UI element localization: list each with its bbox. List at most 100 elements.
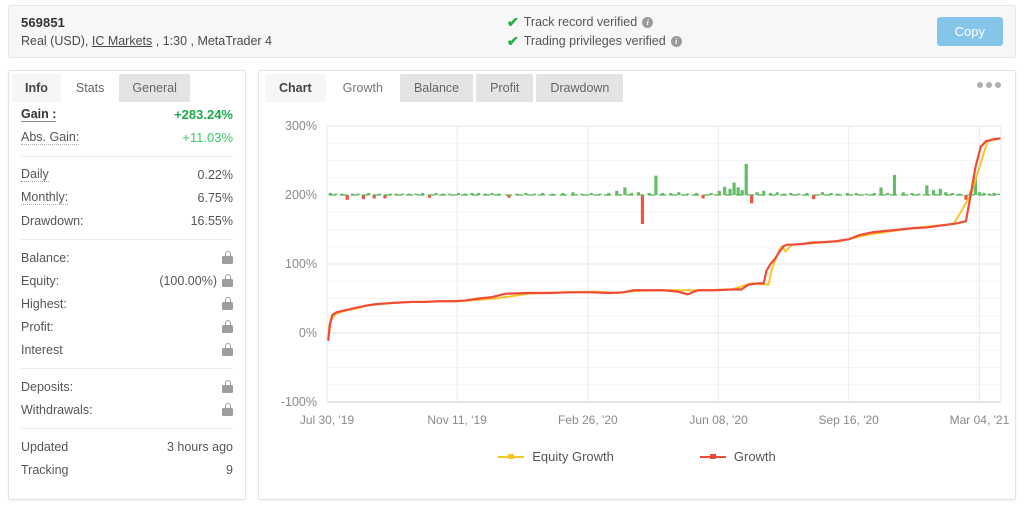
sidebar-tabs: Info Stats General (9, 71, 245, 102)
stats-group-gain: Gain : +283.24% Abs. Gain: +11.03% (9, 103, 245, 149)
divider (21, 156, 233, 157)
legend-item-equity-growth[interactable]: Equity Growth (498, 449, 614, 464)
chart-legend: Equity Growth Growth (259, 449, 1015, 464)
account-identity: 569851 Real (USD), IC Markets , 1:30 , M… (9, 14, 489, 50)
verification-track-record: ✔ Track record verified i (507, 13, 937, 32)
svg-text:Feb 26, '20: Feb 26, '20 (558, 413, 618, 427)
stats-sidebar: Info Stats General Gain : +283.24% Abs. … (8, 70, 246, 500)
stat-value-locked (222, 296, 233, 311)
chart-tabs: Chart Growth Balance Profit Drawdown (259, 71, 1015, 102)
stat-value-locked (222, 319, 233, 334)
info-icon[interactable]: i (670, 35, 682, 47)
svg-text:Jun 08, '20: Jun 08, '20 (689, 413, 748, 427)
stat-value-locked: (100.00%) (159, 273, 233, 288)
header-actions: Copy (936, 17, 1015, 46)
svg-text:Sep 16, '20: Sep 16, '20 (819, 413, 880, 427)
chart-options-menu-icon[interactable] (977, 82, 1001, 88)
lock-icon (222, 296, 233, 310)
verification-label: Trading privileges verified (523, 33, 666, 48)
check-icon: ✔ (506, 14, 520, 30)
stat-value: 3 hours ago (166, 439, 233, 454)
stat-row-profit: Profit: (21, 315, 233, 338)
stat-value: +11.03% (182, 130, 233, 145)
tab-balance[interactable]: Balance (399, 74, 474, 102)
tab-profit[interactable]: Profit (476, 74, 534, 102)
divider (21, 239, 233, 240)
stat-value: 0.22% (197, 167, 233, 182)
divider (21, 368, 233, 369)
stat-value: 9 (226, 462, 233, 477)
legend-label: Growth (733, 449, 776, 464)
stat-value: +283.24% (174, 107, 233, 122)
legend-item-growth[interactable]: Growth (699, 449, 776, 464)
stat-label[interactable]: Monthly: (21, 190, 69, 205)
stat-row-tracking: Tracking 9 (21, 458, 233, 481)
stat-row-drawdown: Drawdown: 16.55% (21, 209, 233, 232)
stat-row-daily: Daily 0.22% (21, 163, 233, 186)
lock-icon (222, 273, 233, 287)
legend-label: Equity Growth (532, 449, 614, 464)
account-header: 569851 Real (USD), IC Markets , 1:30 , M… (8, 5, 1016, 58)
stat-row-withdrawals: Withdrawals: (21, 398, 233, 421)
tab-info[interactable]: Info (12, 74, 61, 102)
stat-label: Balance: (21, 250, 70, 265)
svg-text:300%: 300% (285, 119, 317, 133)
tab-general[interactable]: General (119, 74, 190, 102)
stat-row-abs-gain: Abs. Gain: +11.03% (21, 126, 233, 149)
tab-chart[interactable]: Chart (265, 74, 326, 102)
lock-icon (222, 379, 233, 393)
info-icon[interactable]: i (642, 16, 654, 28)
stat-value-locked (222, 342, 233, 357)
chart-plot-area: 300% 200% 100% 0% -100% Jul 30, '19 Nov 11, '1… (259, 102, 1015, 462)
verification-trading-privileges: ✔ Trading privileges verified i (507, 32, 937, 51)
stat-value-locked (222, 379, 233, 394)
stat-label: Interest (21, 342, 63, 357)
chart-panel: Chart Growth Balance Profit Drawdown 300… (258, 70, 1016, 500)
lock-icon (222, 319, 233, 333)
svg-text:Mar 04, '21: Mar 04, '21 (950, 413, 1010, 427)
stat-value: 16.55% (190, 213, 233, 228)
stat-row-gain: Gain : +283.24% (21, 103, 233, 126)
svg-text:0%: 0% (299, 326, 317, 340)
stat-row-interest: Interest (21, 338, 233, 361)
legend-swatch-growth (699, 452, 726, 462)
tab-stats[interactable]: Stats (62, 74, 118, 102)
account-type-currency: Real (USD), (21, 33, 92, 48)
account-leverage-platform: , 1:30 , MetaTrader 4 (152, 33, 273, 48)
verification-label: Track record verified (523, 14, 638, 29)
svg-text:100%: 100% (285, 257, 317, 271)
stat-label: Tracking (21, 462, 69, 477)
svg-text:Nov 11, '19: Nov 11, '19 (427, 413, 487, 427)
account-number: 569851 (21, 14, 65, 30)
stat-value-locked (222, 250, 233, 265)
stats-group-performance: Daily 0.22% Monthly: 6.75% Drawdown: 16.… (9, 163, 245, 232)
stat-label: Profit: (21, 319, 54, 334)
stats-group-meta: Updated 3 hours ago Tracking 9 (9, 435, 245, 481)
svg-text:Jul 30, '19: Jul 30, '19 (300, 413, 355, 427)
stat-row-highest: Highest: (21, 292, 233, 315)
stat-row-equity: Equity: (100.00%) (21, 269, 233, 292)
stat-value: 6.75% (197, 190, 233, 205)
lock-icon (222, 250, 233, 264)
tab-drawdown[interactable]: Drawdown (536, 74, 624, 102)
verification-badges: ✔ Track record verified i ✔ Trading priv… (489, 13, 937, 51)
stat-label: Updated (21, 439, 69, 454)
stat-label: Withdrawals: (21, 402, 93, 417)
stat-label: Highest: (21, 296, 67, 311)
tab-growth[interactable]: Growth (328, 74, 397, 102)
stats-group-account: Balance: Equity: (100.00%) Highest: Prof… (9, 246, 245, 361)
divider (21, 428, 233, 429)
stat-label[interactable]: Gain : (21, 107, 57, 122)
account-stats-page: 569851 Real (USD), IC Markets , 1:30 , M… (0, 0, 1024, 506)
stat-row-deposits: Deposits: (21, 375, 233, 398)
legend-swatch-equity-growth (498, 452, 525, 462)
stat-row-updated: Updated 3 hours ago (21, 435, 233, 458)
copy-button[interactable]: Copy (936, 17, 1003, 46)
broker-link[interactable]: IC Markets (92, 34, 152, 48)
growth-chart-svg: 300% 200% 100% 0% -100% Jul 30, '19 Nov 11, '1… (281, 119, 1010, 427)
lock-icon (222, 342, 233, 356)
svg-text:200%: 200% (285, 188, 317, 202)
stat-label[interactable]: Daily (21, 167, 49, 182)
stat-label[interactable]: Abs. Gain: (21, 130, 80, 145)
svg-text:-100%: -100% (281, 395, 317, 409)
